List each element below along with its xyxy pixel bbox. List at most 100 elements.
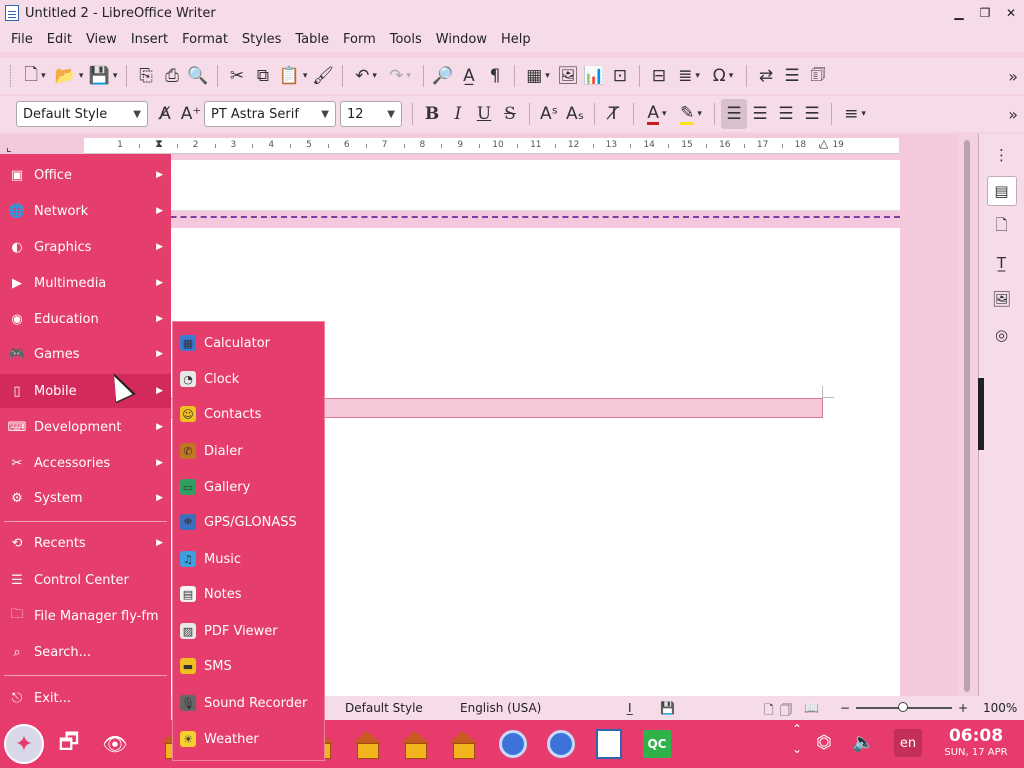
qc-app-icon[interactable]: QC bbox=[640, 728, 674, 760]
styles-icon[interactable]: T̲ bbox=[987, 248, 1017, 278]
previous-page[interactable] bbox=[60, 160, 900, 211]
zoom-slider-knob[interactable] bbox=[898, 702, 908, 712]
zoom-in-icon[interactable]: + bbox=[958, 701, 968, 715]
start-menu-mobile[interactable]: ▯ Mobile ▶ bbox=[0, 374, 171, 408]
page-icon[interactable]: 🗋 bbox=[987, 212, 1017, 242]
minimize-button[interactable]: ▁ bbox=[946, 0, 972, 26]
submenu-item-music[interactable]: ♫ Music bbox=[173, 542, 324, 576]
submenu-item-clock[interactable]: ◔ Clock bbox=[173, 362, 324, 396]
insert-hyperlink-icon[interactable]: ⇄ bbox=[753, 61, 779, 91]
start-menu-recents[interactable]: ⟲ Recents ▶ bbox=[0, 526, 171, 560]
menu-format[interactable]: Format bbox=[175, 32, 235, 47]
underline-icon[interactable]: U bbox=[471, 99, 497, 129]
tab-stop-selector[interactable]: ⌞ bbox=[6, 140, 12, 154]
copy-icon[interactable]: ⧉ bbox=[250, 61, 276, 91]
start-menu-control-center[interactable]: ☰ Control Center bbox=[0, 563, 171, 597]
save-icon[interactable]: 💾 ▾ bbox=[86, 61, 120, 91]
start-button[interactable]: ✦ bbox=[4, 724, 44, 764]
submenu-item-dialer[interactable]: ✆ Dialer bbox=[173, 434, 324, 468]
align-left-icon[interactable]: ☰ bbox=[721, 99, 747, 129]
insert-footnote-icon[interactable]: ☰ bbox=[779, 61, 805, 91]
right-indent-marker[interactable]: △ bbox=[820, 138, 828, 149]
print-preview-icon[interactable]: 🔍 bbox=[185, 61, 211, 91]
start-menu-education[interactable]: ◉ Education ▶ bbox=[0, 302, 171, 336]
italic-icon[interactable]: I bbox=[445, 99, 471, 129]
submenu-item-gps-glonass[interactable]: ⛯ GPS/GLONASS bbox=[173, 505, 324, 539]
menu-edit[interactable]: Edit bbox=[40, 32, 79, 47]
new-document-icon[interactable]: 🗋 ▾ bbox=[18, 61, 52, 91]
toolbar-overflow-icon[interactable]: » bbox=[1008, 67, 1018, 86]
start-menu-multimedia[interactable]: ▶ Multimedia ▶ bbox=[0, 266, 171, 300]
book-view-icon[interactable]: 📖 bbox=[804, 701, 819, 715]
menu-file[interactable]: File bbox=[4, 32, 40, 47]
language-status[interactable]: English (USA) bbox=[460, 701, 541, 715]
font-color-icon[interactable]: A ▾ bbox=[640, 99, 674, 129]
submenu-item-gallery[interactable]: ▭ Gallery bbox=[173, 470, 324, 504]
submenu-item-calculator[interactable]: ▦ Calculator bbox=[173, 326, 324, 360]
toolbar-handle[interactable] bbox=[10, 65, 12, 87]
start-menu-system[interactable]: ⚙ System ▶ bbox=[0, 481, 171, 515]
home-folder-icon[interactable] bbox=[446, 728, 480, 760]
zoom-level[interactable]: 100% bbox=[983, 701, 1017, 715]
clock-time[interactable]: 06:08 bbox=[936, 726, 1016, 746]
maximize-button[interactable]: ❐ bbox=[972, 0, 998, 26]
vertical-scrollbar[interactable] bbox=[962, 140, 972, 692]
start-menu-exit[interactable]: ⎋ Exit... bbox=[0, 681, 171, 715]
start-menu-office[interactable]: ▣ Office ▶ bbox=[0, 158, 171, 192]
writer-icon[interactable] bbox=[592, 728, 626, 760]
submenu-item-notes[interactable]: ▤ Notes bbox=[173, 577, 324, 611]
bold-icon[interactable]: B bbox=[419, 99, 445, 129]
menu-styles[interactable]: Styles bbox=[235, 32, 288, 47]
justify-icon[interactable]: ☰ bbox=[799, 99, 825, 129]
menu-help[interactable]: Help bbox=[494, 32, 538, 47]
single-page-view-icon[interactable]: 🗋 bbox=[764, 701, 774, 722]
sidebar-collapse-handle[interactable] bbox=[978, 378, 984, 450]
subscript-icon[interactable]: Aₛ bbox=[562, 99, 588, 129]
cut-icon[interactable]: ✂ bbox=[224, 61, 250, 91]
insert-table-icon[interactable]: ▦ ▾ bbox=[521, 61, 555, 91]
zoom-out-icon[interactable]: − bbox=[840, 701, 850, 715]
start-menu-development[interactable]: ⌨ Development ▶ bbox=[0, 410, 171, 444]
navigator-icon[interactable]: ◎ bbox=[987, 320, 1017, 350]
menu-view[interactable]: View bbox=[79, 32, 124, 47]
clock-date[interactable]: SUN, 17 APR bbox=[936, 747, 1016, 758]
home-folder-icon[interactable] bbox=[398, 728, 432, 760]
insert-comment-icon[interactable]: 🗊 bbox=[805, 61, 831, 91]
document-modified-icon[interactable]: 💾 bbox=[660, 701, 675, 715]
paste-icon[interactable]: 📋 ▾ bbox=[276, 61, 310, 91]
menu-window[interactable]: Window bbox=[429, 32, 494, 47]
submenu-item-contacts[interactable]: ☺ Contacts bbox=[173, 397, 324, 431]
superscript-icon[interactable]: Aˢ bbox=[536, 99, 562, 129]
tray-down-arrow-icon[interactable]: ⌄ bbox=[792, 742, 802, 756]
insert-image-icon[interactable]: 🖼 bbox=[555, 61, 581, 91]
submenu-item-pdf-viewer[interactable]: ▨ PDF Viewer bbox=[173, 614, 324, 648]
gallery-icon[interactable]: 🖼 bbox=[987, 284, 1017, 314]
window-switcher-icon[interactable]: 🗗 bbox=[52, 728, 86, 760]
print-icon[interactable]: ⎙ bbox=[159, 61, 185, 91]
keyboard-layout-indicator[interactable]: en bbox=[894, 729, 922, 757]
chromium-icon[interactable] bbox=[496, 728, 530, 760]
export-pdf-icon[interactable]: ⎘ bbox=[133, 61, 159, 91]
clear-formatting-icon[interactable]: T̸ bbox=[601, 99, 627, 129]
scrollbar-thumb[interactable] bbox=[964, 140, 970, 692]
sidebar-menu-icon[interactable]: ⋮ bbox=[987, 140, 1017, 170]
start-menu-games[interactable]: 🎮 Games ▶ bbox=[0, 337, 171, 371]
strikethrough-icon[interactable]: S bbox=[497, 99, 523, 129]
chromium-icon[interactable] bbox=[544, 728, 578, 760]
redo-icon[interactable]: ↷ ▾ bbox=[383, 61, 417, 91]
menu-tools[interactable]: Tools bbox=[383, 32, 429, 47]
show-desktop-icon[interactable]: 👁 bbox=[98, 728, 132, 760]
highlight-color-icon[interactable]: ✎ ▾ bbox=[674, 99, 708, 129]
new-style-icon[interactable]: A⁺ bbox=[178, 99, 204, 129]
horizontal-ruler[interactable]: ⧗ △ 1 1 2 3 4 5 6 7 8 9 10 11 12 13 14 15 16 17 18 19 bbox=[84, 138, 899, 154]
submenu-item-sms[interactable]: ▬ SMS bbox=[173, 649, 324, 683]
close-button[interactable]: ✕ bbox=[998, 0, 1024, 26]
formatting-marks-icon[interactable]: ¶ bbox=[482, 61, 508, 91]
start-menu-graphics[interactable]: ◐ Graphics ▶ bbox=[0, 230, 171, 264]
start-menu-accessories[interactable]: ✂ Accessories ▶ bbox=[0, 446, 171, 480]
home-folder-icon[interactable] bbox=[350, 728, 384, 760]
insert-mode-icon[interactable]: I̲ bbox=[628, 701, 632, 715]
insert-chart-icon[interactable]: 📊 bbox=[581, 61, 607, 91]
menu-insert[interactable]: Insert bbox=[124, 32, 175, 47]
insert-field-icon[interactable]: ≣ ▾ bbox=[672, 61, 706, 91]
